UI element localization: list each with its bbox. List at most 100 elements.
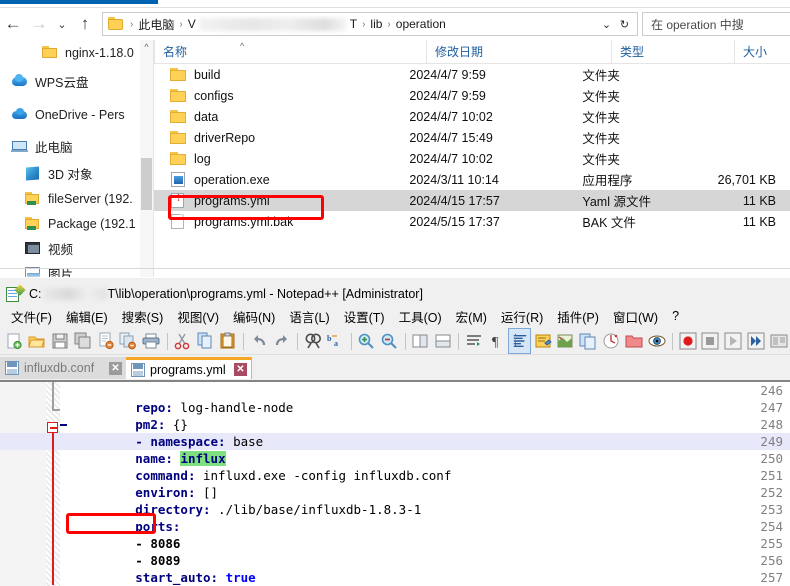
- undo-icon[interactable]: [247, 328, 270, 354]
- breadcrumb-this-pc[interactable]: 此电脑: [136, 16, 176, 33]
- pictures-icon: [23, 265, 43, 277]
- table-row[interactable]: data 2024/4/7 10:02 文件夹: [154, 106, 790, 127]
- breadcrumb-separator: ›: [130, 18, 134, 30]
- breadcrumb-redacted-path: [198, 17, 347, 31]
- sidebar-item-videos[interactable]: 视频: [0, 236, 153, 261]
- menu-encoding[interactable]: 编码(N): [226, 305, 282, 328]
- sidebar-item-pictures[interactable]: 图片: [0, 261, 153, 277]
- menu-window[interactable]: 窗口(W): [606, 305, 665, 328]
- sidebar-item-nginx[interactable]: nginx-1.18.0 ^: [0, 40, 153, 65]
- monitoring-eye-icon[interactable]: [645, 328, 668, 354]
- tab-programs-yml[interactable]: programs.yml ✕: [126, 357, 251, 379]
- sync-horizontal-icon[interactable]: [432, 328, 455, 354]
- sidebar-item-3d-objects[interactable]: 3D 对象: [0, 161, 153, 186]
- menu-settings[interactable]: 设置(T): [337, 305, 392, 328]
- scroll-up-arrow-icon[interactable]: ^: [140, 42, 153, 52]
- up-button[interactable]: ↑: [72, 11, 98, 37]
- scrollbar-thumb[interactable]: [141, 158, 152, 210]
- indent-guide-icon[interactable]: [508, 327, 532, 354]
- breadcrumb-lib[interactable]: lib: [368, 17, 384, 31]
- tab-influxdb-conf[interactable]: influxdb.conf ✕: [0, 357, 126, 379]
- function-list-icon[interactable]: [577, 328, 600, 354]
- column-header-name[interactable]: 名称: [154, 40, 426, 63]
- menu-plugins[interactable]: 插件(P): [550, 305, 606, 328]
- open-file-icon[interactable]: [26, 328, 49, 354]
- column-header-type[interactable]: 类型: [611, 40, 734, 63]
- table-row[interactable]: log 2024/4/7 10:02 文件夹: [154, 148, 790, 169]
- replace-icon[interactable]: ba: [324, 328, 347, 354]
- sidebar-item-wps-cloud[interactable]: WPS云盘: [0, 65, 153, 98]
- menu-run[interactable]: 运行(R): [494, 305, 550, 328]
- zoom-in-icon[interactable]: [355, 328, 378, 354]
- breadcrumb-root[interactable]: T: [348, 17, 359, 31]
- breadcrumb-operation[interactable]: operation: [394, 17, 448, 31]
- monitoring-folder-icon[interactable]: [622, 328, 645, 354]
- menu-search[interactable]: 搜索(S): [115, 305, 171, 328]
- sidebar-item-onedrive[interactable]: OneDrive - Pers: [0, 98, 153, 132]
- find-icon[interactable]: [301, 328, 324, 354]
- chevron-down-icon[interactable]: ⌄: [598, 14, 615, 34]
- sidebar-item-fileserver[interactable]: fileServer (192.: [0, 186, 153, 211]
- record-macro-icon[interactable]: [676, 328, 699, 354]
- code-text-area[interactable]: repo: log-handle-node pm2: {} - namespac…: [60, 382, 790, 586]
- recent-locations-button[interactable]: ⌄: [52, 11, 72, 37]
- menu-file[interactable]: 文件(F): [4, 305, 59, 328]
- menu-language[interactable]: 语言(L): [282, 305, 336, 328]
- play-multiple-macro-icon[interactable]: [745, 328, 768, 354]
- user-language-icon[interactable]: [531, 328, 554, 354]
- save-macro-icon[interactable]: [767, 328, 790, 354]
- save-all-icon[interactable]: [71, 328, 94, 354]
- menu-help[interactable]: ?: [665, 307, 686, 325]
- redo-icon[interactable]: [270, 328, 293, 354]
- table-row[interactable]: operation.exe 2024/3/11 10:14 应用程序 26,70…: [154, 169, 790, 190]
- refresh-icon[interactable]: ↻: [616, 14, 633, 34]
- paste-icon[interactable]: [216, 328, 239, 354]
- cut-icon[interactable]: [171, 328, 194, 354]
- table-row[interactable]: driverRepo 2024/4/7 15:49 文件夹: [154, 127, 790, 148]
- address-bar[interactable]: › 此电脑 › V T › lib › operation ⌄ ↻: [102, 12, 638, 36]
- menu-view[interactable]: 视图(V): [170, 305, 226, 328]
- column-header-size[interactable]: 大小: [734, 40, 790, 63]
- word-wrap-icon[interactable]: [463, 328, 486, 354]
- code-line: environ: []: [60, 467, 790, 500]
- copy-icon[interactable]: [194, 328, 217, 354]
- table-row[interactable]: programs.yml 2024/4/15 17:57 Yaml 源文件 11…: [154, 190, 790, 211]
- notepad-plus-plus-icon: [6, 283, 26, 303]
- sync-vertical-icon[interactable]: [409, 328, 432, 354]
- bak-file-icon: [170, 214, 187, 229]
- forward-button[interactable]: →: [26, 11, 52, 37]
- wps-cloud-icon: [10, 73, 30, 91]
- menu-edit[interactable]: 编辑(E): [59, 305, 115, 328]
- sidebar-item-package[interactable]: Package (192.1: [0, 211, 153, 236]
- document-icon: [5, 361, 19, 375]
- menu-tools[interactable]: 工具(O): [392, 305, 449, 328]
- tab-close-icon[interactable]: ✕: [234, 363, 247, 376]
- new-file-icon[interactable]: [3, 328, 26, 354]
- table-row[interactable]: configs 2024/4/7 9:59 文件夹: [154, 85, 790, 106]
- close-file-icon[interactable]: [94, 328, 117, 354]
- code-editor[interactable]: 246 247 248 249 250 251 252 253 254 255 …: [0, 380, 790, 586]
- zoom-out-icon[interactable]: [378, 328, 401, 354]
- close-all-icon[interactable]: [117, 328, 140, 354]
- folder-as-workspace-icon[interactable]: [600, 328, 623, 354]
- tab-close-icon[interactable]: ✕: [109, 361, 122, 375]
- table-row[interactable]: programs.yml.bak 2024/5/15 17:37 BAK 文件 …: [154, 211, 790, 232]
- file-name: driverRepo: [194, 130, 256, 145]
- table-row[interactable]: build 2024/4/7 9:59 文件夹: [154, 64, 790, 85]
- print-icon[interactable]: [140, 328, 163, 354]
- back-button[interactable]: ←: [0, 11, 26, 37]
- doc-map-icon[interactable]: [554, 328, 577, 354]
- navigation-pane-scrollbar[interactable]: ^: [140, 40, 153, 277]
- play-macro-icon[interactable]: [722, 328, 745, 354]
- column-header-date-modified[interactable]: 修改日期: [426, 40, 611, 63]
- file-name: data: [194, 109, 219, 124]
- explorer-active-tab-indicator[interactable]: [0, 0, 158, 4]
- stop-macro-icon[interactable]: [699, 328, 722, 354]
- search-input[interactable]: 在 operation 中搜: [642, 12, 790, 36]
- sidebar-item-this-pc[interactable]: 此电脑: [0, 132, 153, 161]
- save-icon[interactable]: [49, 328, 72, 354]
- menu-macro[interactable]: 宏(M): [449, 305, 494, 328]
- code-line: ports:: [60, 501, 790, 534]
- show-all-chars-icon[interactable]: ¶: [485, 328, 508, 354]
- breadcrumb-drive[interactable]: V: [186, 17, 198, 31]
